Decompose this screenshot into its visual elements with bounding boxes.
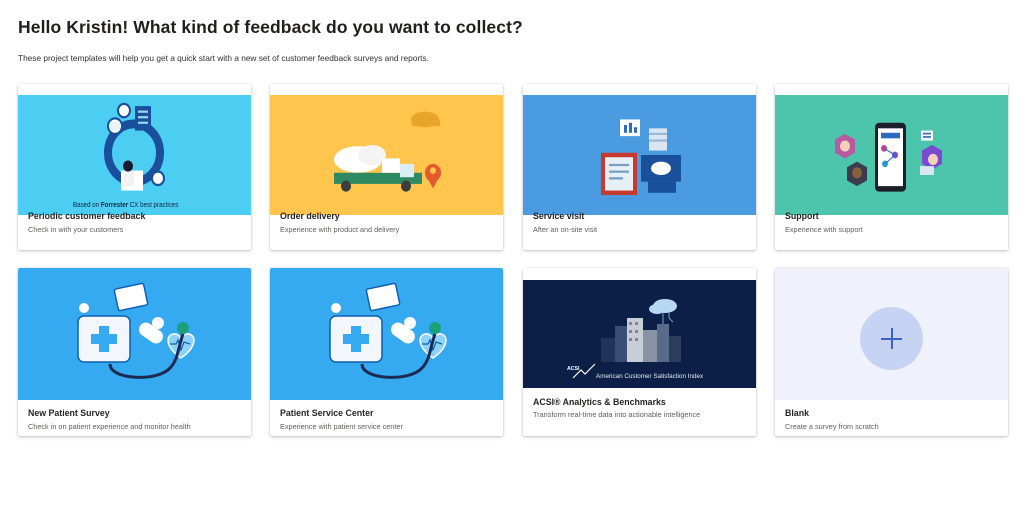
template-title: Service visit: [533, 211, 585, 221]
template-card-patient-service-center[interactable]: Patient Service Center Experience with p…: [270, 268, 503, 436]
page-title: Hello Kristin! What kind of feedback do …: [18, 17, 523, 37]
template-title: Periodic customer feedback: [28, 211, 146, 221]
template-title: Support: [785, 211, 819, 221]
template-title: Order delivery: [280, 211, 340, 221]
template-card-blank[interactable]: Blank Create a survey from scratch: [775, 268, 1008, 436]
template-description: Check in with your customers: [28, 225, 124, 234]
template-illustration: [270, 268, 503, 400]
template-illustration: [523, 95, 756, 215]
plus-icon[interactable]: [860, 307, 923, 370]
template-card-support[interactable]: Support Experience with support: [775, 84, 1008, 250]
template-card-new-patient-survey[interactable]: New Patient Survey Check in on patient e…: [18, 268, 251, 436]
template-title: Patient Service Center: [280, 408, 374, 418]
template-description: Experience with product and delivery: [280, 225, 400, 234]
template-description: Experience with patient service center: [280, 422, 403, 431]
template-title: Blank: [785, 408, 809, 418]
template-title: New Patient Survey: [28, 408, 110, 418]
blank-template-area: [775, 268, 1008, 400]
template-description: Experience with support: [785, 225, 863, 234]
template-illustration: ACSI American Customer Satisfaction Inde…: [523, 280, 756, 388]
template-gallery: Hello Kristin! What kind of feedback do …: [0, 0, 1024, 506]
template-illustration: [18, 268, 251, 400]
template-card-service-visit[interactable]: Service visit After an on-site visit: [523, 84, 756, 250]
template-card-order-delivery[interactable]: Order delivery Experience with product a…: [270, 84, 503, 250]
template-illustration: Based on Forrester CX best practices: [18, 95, 251, 215]
template-title: ACSI® Analytics & Benchmarks: [533, 397, 666, 407]
page-intro: These project templates will help you ge…: [18, 53, 429, 63]
template-card-acsi-analytics[interactable]: ACSI American Customer Satisfaction Inde…: [523, 268, 756, 436]
template-card-periodic-customer-feedback[interactable]: Based on Forrester CX best practices Per…: [18, 84, 251, 250]
template-description: Check in on patient experience and monit…: [28, 422, 191, 431]
template-description: Create a survey from scratch: [785, 422, 879, 431]
template-description: Transform real-time data into actionable…: [533, 410, 701, 419]
template-illustration: [270, 95, 503, 215]
template-illustration: [775, 95, 1008, 215]
template-description: After an on-site visit: [533, 225, 598, 234]
